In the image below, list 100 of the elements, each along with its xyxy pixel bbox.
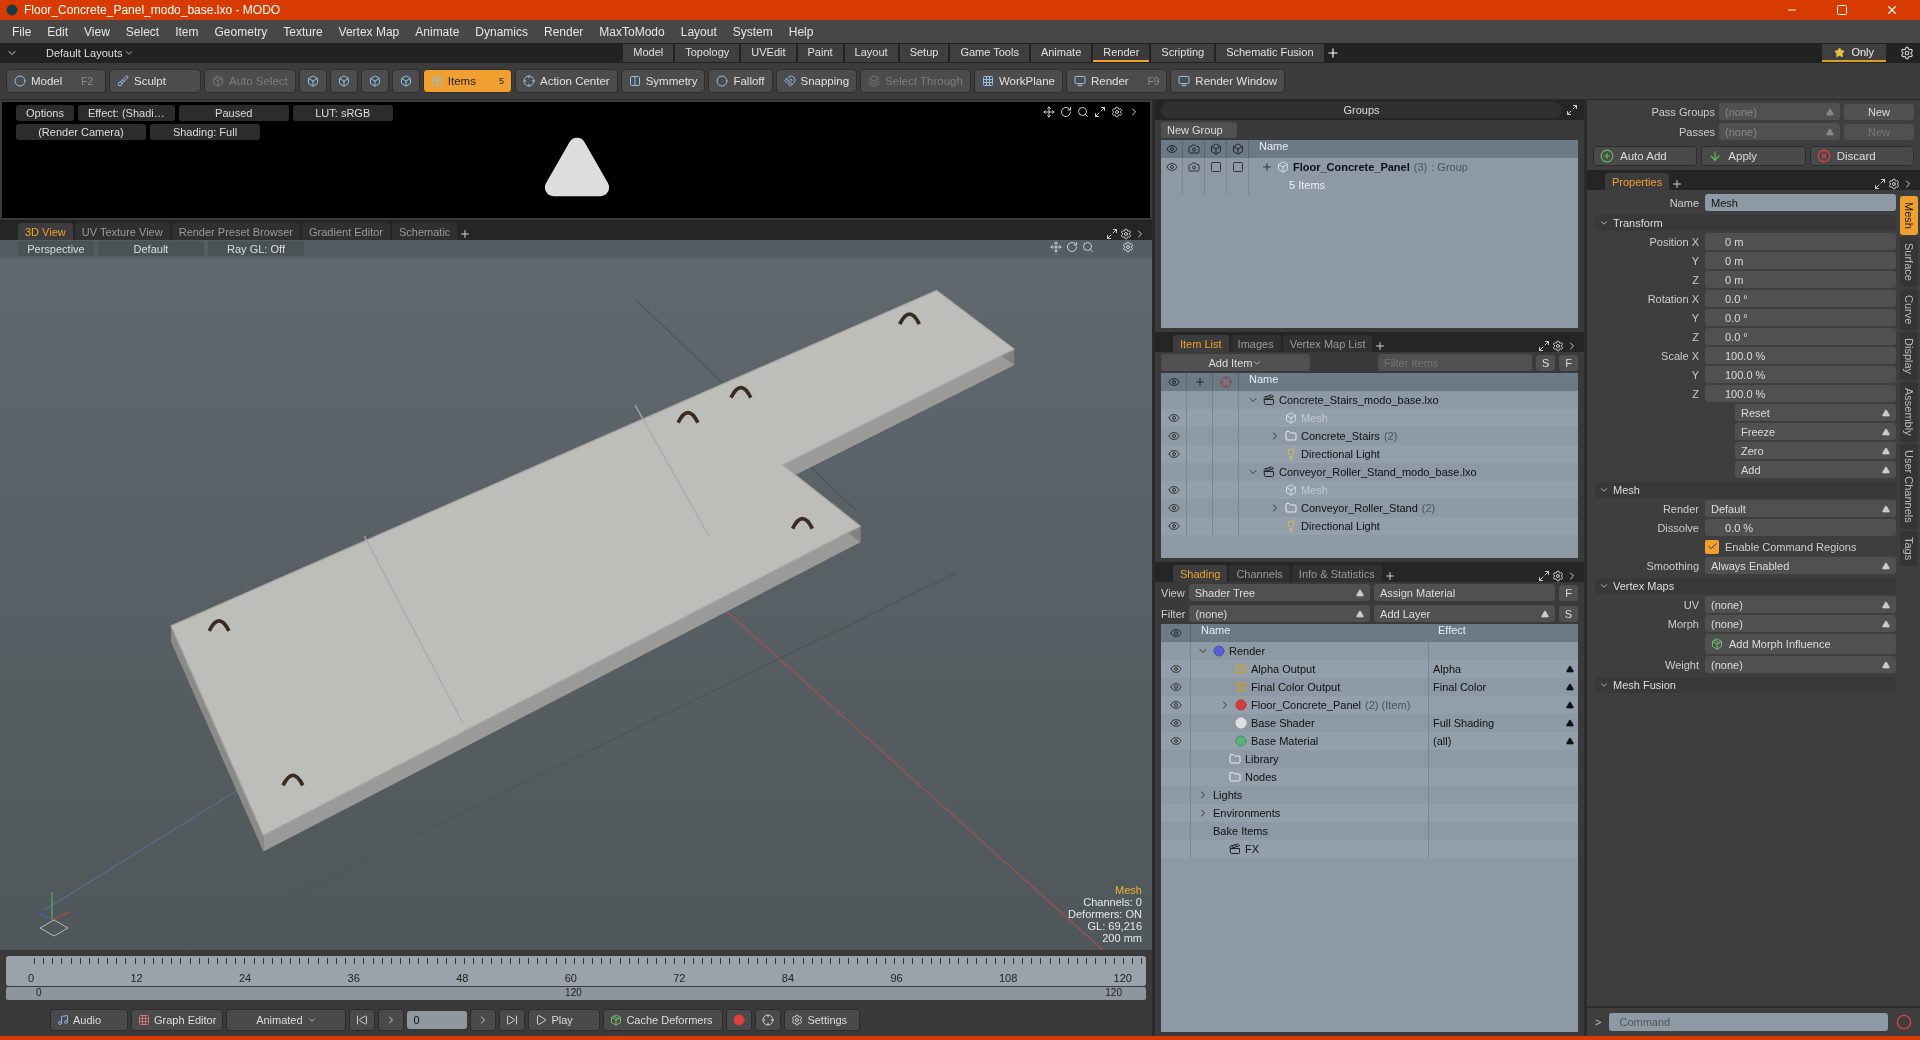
layout-tab[interactable]: Scripting (1151, 44, 1215, 62)
f-button[interactable]: F (1559, 354, 1578, 371)
layout-tab[interactable]: Animate (1030, 44, 1092, 62)
toolbar-button[interactable]: Symmetry (620, 69, 706, 93)
menu-item[interactable]: Item (167, 24, 207, 39)
frame-field[interactable]: 0 (407, 1011, 468, 1029)
value-field[interactable]: 0.0 ° (1705, 309, 1896, 326)
preview-button[interactable]: (Render Camera) (16, 124, 146, 140)
preview-button[interactable]: LUT: sRGB (292, 105, 393, 121)
settings-icon[interactable] (1111, 106, 1123, 118)
only-button[interactable]: Only (1822, 44, 1886, 62)
eye-icon[interactable] (1169, 699, 1182, 711)
layout-selector[interactable]: Default Layouts (40, 46, 141, 60)
layout-tab[interactable]: Paint (797, 44, 843, 62)
menu-item[interactable]: Edit (39, 24, 77, 39)
maximize-icon[interactable] (1106, 228, 1118, 240)
timeline-ruler[interactable]: 0 12 24 36 48 60 72 84 96 108 120 (6, 956, 1146, 986)
toolbar-button[interactable]: Sculpt (109, 69, 201, 93)
item-name[interactable]: Directional Light (1301, 520, 1380, 532)
range-bar[interactable]: 0 120 120 (6, 987, 1146, 1000)
settings-icon[interactable] (1900, 46, 1914, 60)
section-header[interactable]: Mesh Fusion (1595, 677, 1896, 693)
eye-icon[interactable] (1167, 484, 1180, 496)
menu-item[interactable]: Help (780, 24, 822, 39)
maximize-icon[interactable] (1094, 106, 1106, 118)
eye-icon[interactable] (1169, 735, 1182, 747)
side-tab[interactable]: Curve (1900, 288, 1918, 331)
value-field[interactable]: 0 m (1705, 233, 1896, 250)
mode-dropdown[interactable]: Animated (226, 1009, 347, 1031)
item-name[interactable]: Directional Light (1301, 448, 1380, 460)
add-tab-icon[interactable] (1671, 178, 1684, 190)
panel-tab[interactable]: Item List (1173, 335, 1229, 352)
shader-item-name[interactable]: Library (1245, 753, 1279, 765)
menu-item[interactable]: Layout (672, 24, 725, 39)
checkbox-icon[interactable] (1209, 161, 1222, 173)
shader-item-name[interactable]: Nodes (1245, 771, 1277, 783)
maximize-icon[interactable] (1538, 340, 1550, 352)
viewport-button[interactable]: Perspective (18, 241, 94, 256)
layout-tab[interactable]: UVEdit (741, 44, 796, 62)
eye-icon[interactable] (1167, 520, 1180, 532)
pass-action-button[interactable]: Apply (1701, 146, 1806, 166)
shader-item-name[interactable]: Base Material (1251, 735, 1319, 747)
add-item-dropdown[interactable]: Add Item (1161, 354, 1310, 371)
action-dropdown[interactable]: Freeze (1735, 423, 1896, 440)
assign-material-button[interactable]: Assign Material (1373, 584, 1556, 601)
item-name[interactable]: Concrete_Stairs_modo_base.lxo (1279, 394, 1439, 406)
key-button[interactable] (726, 1009, 753, 1031)
eye-icon[interactable] (1169, 663, 1182, 675)
layout-tab[interactable]: Layout (844, 44, 898, 62)
panel-tab[interactable]: Info & Statistics (1291, 565, 1382, 582)
maximize-icon[interactable] (1538, 570, 1550, 582)
settings-icon[interactable] (1552, 340, 1564, 352)
settings-button[interactable]: Settings (784, 1009, 861, 1031)
shader-item-name[interactable]: Floor_Concrete_Panel (1251, 699, 1362, 711)
menu-item[interactable]: Render (536, 24, 592, 39)
item-name[interactable]: Concrete_Stairs (1301, 430, 1380, 442)
view-dropdown[interactable]: Shader Tree (1188, 584, 1370, 601)
layout-tab[interactable]: Setup (899, 44, 949, 62)
viewport-button[interactable]: Ray GL: Off (208, 241, 304, 256)
dropdown-caret-icon[interactable] (1566, 719, 1574, 727)
menu-item[interactable]: System (724, 24, 781, 39)
shader-item-name[interactable]: Render (1229, 645, 1266, 657)
keyframe-button[interactable] (755, 1009, 782, 1031)
add-tab-icon[interactable] (1325, 46, 1340, 60)
move-icon[interactable] (1043, 106, 1055, 118)
value-dropdown[interactable]: Default (1705, 500, 1896, 517)
viewport-tab[interactable]: Schematic (392, 223, 458, 240)
value-field[interactable]: 0 m (1705, 271, 1896, 288)
preview-button[interactable]: Effect: (Shadi… (77, 105, 175, 121)
menu-item[interactable]: View (76, 24, 118, 39)
search-icon[interactable] (1077, 106, 1089, 118)
menu-item[interactable]: Select (117, 24, 168, 39)
toolbar-button[interactable]: Action Center (514, 69, 618, 93)
toolbar-button[interactable]: WorkPlane (973, 69, 1063, 93)
add-layer-dropdown[interactable]: Add Layer (1374, 605, 1555, 622)
settings-icon[interactable] (1552, 570, 1564, 582)
panel-tab[interactable]: Images (1230, 335, 1281, 352)
layout-tab[interactable]: Render (1093, 44, 1150, 62)
value-field[interactable]: 100.0 % (1705, 385, 1896, 402)
value-field[interactable]: 0.0 ° (1705, 290, 1896, 307)
value-dropdown[interactable]: (none) (1705, 656, 1896, 673)
menu-item[interactable]: Texture (275, 24, 331, 39)
toolbar-button[interactable]: Render Window (1170, 69, 1286, 93)
command-field[interactable]: Command (1609, 1013, 1888, 1031)
layout-tab[interactable]: Model (623, 44, 674, 62)
menu-item[interactable]: Dynamics (467, 24, 536, 39)
panel-tab[interactable]: Vertex Map List (1282, 335, 1373, 352)
camera-icon[interactable] (1187, 161, 1200, 173)
filter-dropdown[interactable]: (none) (1189, 605, 1371, 622)
f-button[interactable]: F (1559, 584, 1578, 601)
value-dropdown[interactable]: Always Enabled (1705, 557, 1896, 574)
shader-item-name[interactable]: Environments (1213, 807, 1281, 819)
s-button[interactable]: S (1558, 605, 1578, 622)
shader-item-name[interactable]: Lights (1213, 789, 1243, 801)
toolbar-button[interactable]: Items 5 (422, 69, 512, 93)
settings-icon[interactable] (1888, 178, 1900, 190)
value-field[interactable]: 0.0 ° (1705, 328, 1896, 345)
action-dropdown[interactable]: Zero (1735, 442, 1896, 459)
s-button[interactable]: S (1535, 354, 1556, 371)
cache-deformers-button[interactable]: Cache Deformers (603, 1009, 724, 1031)
